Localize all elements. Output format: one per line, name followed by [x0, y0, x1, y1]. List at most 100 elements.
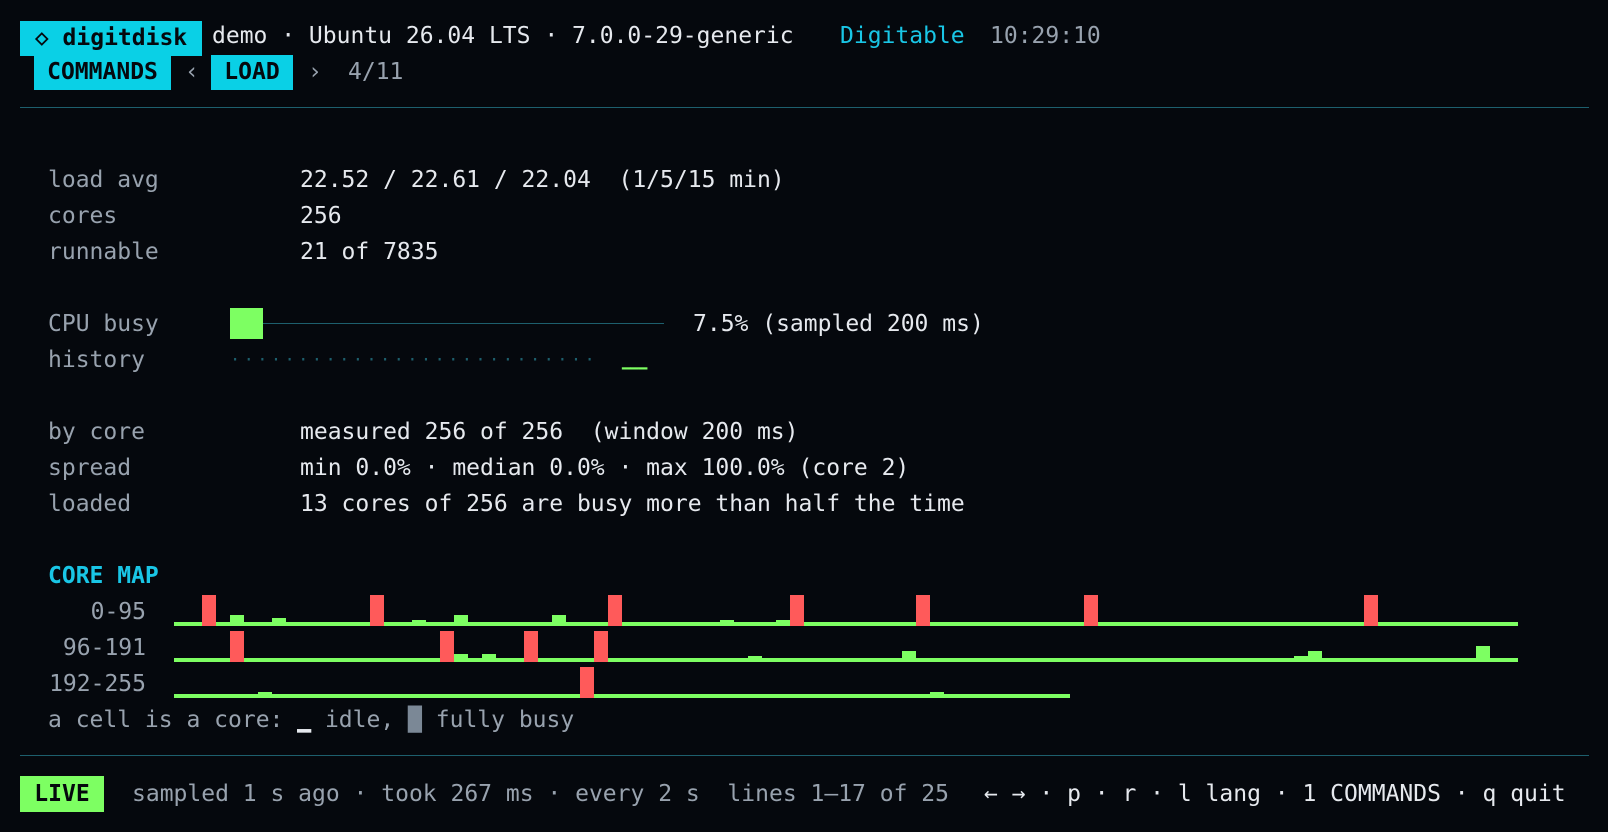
core-cell-idle: [720, 658, 734, 662]
footer-info: sampled 1 s ago · took 267 ms · every 2 …: [132, 781, 949, 807]
core-cell-busy: [790, 595, 804, 626]
core-cell-idle: [1042, 658, 1056, 662]
core-cell-partial: [1294, 656, 1308, 662]
core-cell-idle: [356, 622, 370, 626]
core-cell-idle: [636, 658, 650, 662]
core-cell-idle: [1266, 658, 1280, 662]
core-cell-idle: [720, 694, 734, 698]
core-cell-idle: [1378, 622, 1392, 626]
core-cell-idle: [510, 622, 524, 626]
core-cell-busy: [440, 631, 454, 662]
core-cell-idle: [328, 694, 342, 698]
core-cell-idle: [804, 694, 818, 698]
core-cell-idle: [650, 694, 664, 698]
core-cell-idle: [244, 694, 258, 698]
legend-idle-glyph: ▁: [297, 707, 312, 733]
core-cell-idle: [342, 658, 356, 662]
core-cell-idle: [552, 694, 566, 698]
core-cell-idle: [860, 694, 874, 698]
core-cell-idle: [748, 622, 762, 626]
core-cell-partial: [258, 692, 272, 698]
core-cell-idle: [1238, 622, 1252, 626]
core-cell-idle: [1098, 622, 1112, 626]
core-cell-idle: [1154, 658, 1168, 662]
core-cell-idle: [216, 622, 230, 626]
core-cell-busy: [1364, 595, 1378, 626]
core-cell-idle: [1476, 622, 1490, 626]
core-cell-partial: [412, 620, 426, 626]
core-cell-idle: [1252, 622, 1266, 626]
core-cell-idle: [174, 622, 188, 626]
core-cell-idle: [1420, 658, 1434, 662]
core-cell-idle: [1112, 658, 1126, 662]
core-cell-idle: [944, 694, 958, 698]
core-cell-idle: [580, 658, 594, 662]
core-cell-idle: [1434, 622, 1448, 626]
core-cell-idle: [412, 658, 426, 662]
core-cell-partial: [272, 618, 286, 626]
core-cell-idle: [776, 658, 790, 662]
core-cell-idle: [776, 694, 790, 698]
core-cell-idle: [650, 622, 664, 626]
core-cell-idle: [678, 622, 692, 626]
core-cell-idle: [1000, 658, 1014, 662]
core-cell-idle: [818, 694, 832, 698]
core-cell-idle: [286, 658, 300, 662]
core-cell-idle: [1056, 622, 1070, 626]
core-cell-idle: [958, 622, 972, 626]
core-cell-idle: [1448, 658, 1462, 662]
core-cell-idle: [650, 658, 664, 662]
core-cell-idle: [580, 622, 594, 626]
core-cell-idle: [1028, 694, 1042, 698]
core-cell-idle: [678, 694, 692, 698]
core-cell-busy: [916, 595, 930, 626]
core-cell-idle: [300, 694, 314, 698]
core-cell-idle: [972, 622, 986, 626]
core-cell-idle: [1392, 622, 1406, 626]
core-cell-idle: [1042, 622, 1056, 626]
core-map-legend: a cell is a core: ▁ idle, █ fully busy: [48, 705, 574, 735]
core-cell-idle: [566, 622, 580, 626]
core-cell-idle: [888, 658, 902, 662]
core-cell-idle: [468, 694, 482, 698]
core-cell-idle: [874, 622, 888, 626]
core-cell-idle: [622, 658, 636, 662]
core-cell-idle: [174, 658, 188, 662]
core-cell-idle: [510, 694, 524, 698]
core-cell-idle: [552, 658, 566, 662]
core-cell-busy: [202, 595, 216, 626]
core-cell-idle: [636, 622, 650, 626]
core-cell-idle: [258, 622, 272, 626]
core-cell-idle: [832, 694, 846, 698]
core-cell-idle: [1028, 622, 1042, 626]
core-cell-idle: [1084, 658, 1098, 662]
core-cell-idle: [370, 694, 384, 698]
core-cell-idle: [314, 658, 328, 662]
core-cell-idle: [734, 622, 748, 626]
core-cell-idle: [1420, 622, 1434, 626]
core-cell-idle: [1406, 622, 1420, 626]
core-cell-idle: [356, 694, 370, 698]
core-cell-idle: [1294, 622, 1308, 626]
core-cell-idle: [622, 694, 636, 698]
core-cell-idle: [832, 658, 846, 662]
legend-prefix: a cell is a core:: [48, 707, 298, 733]
core-cell-idle: [986, 658, 1000, 662]
core-cell-idle: [384, 622, 398, 626]
core-cell-partial: [552, 615, 566, 626]
core-cell-idle: [1154, 622, 1168, 626]
core-cell-idle: [272, 658, 286, 662]
core-cell-partial: [1308, 651, 1322, 662]
core-cell-idle: [314, 694, 328, 698]
core-cell-idle: [342, 622, 356, 626]
core-cell-idle: [1182, 658, 1196, 662]
core-cell-idle: [1406, 658, 1420, 662]
core-cell-idle: [1014, 622, 1028, 626]
core-cell-idle: [972, 658, 986, 662]
core-cell-partial: [454, 654, 468, 662]
core-cell-idle: [1126, 622, 1140, 626]
core-cell-idle: [692, 694, 706, 698]
core-cell-idle: [804, 658, 818, 662]
core-cell-idle: [496, 622, 510, 626]
core-cell-idle: [608, 694, 622, 698]
